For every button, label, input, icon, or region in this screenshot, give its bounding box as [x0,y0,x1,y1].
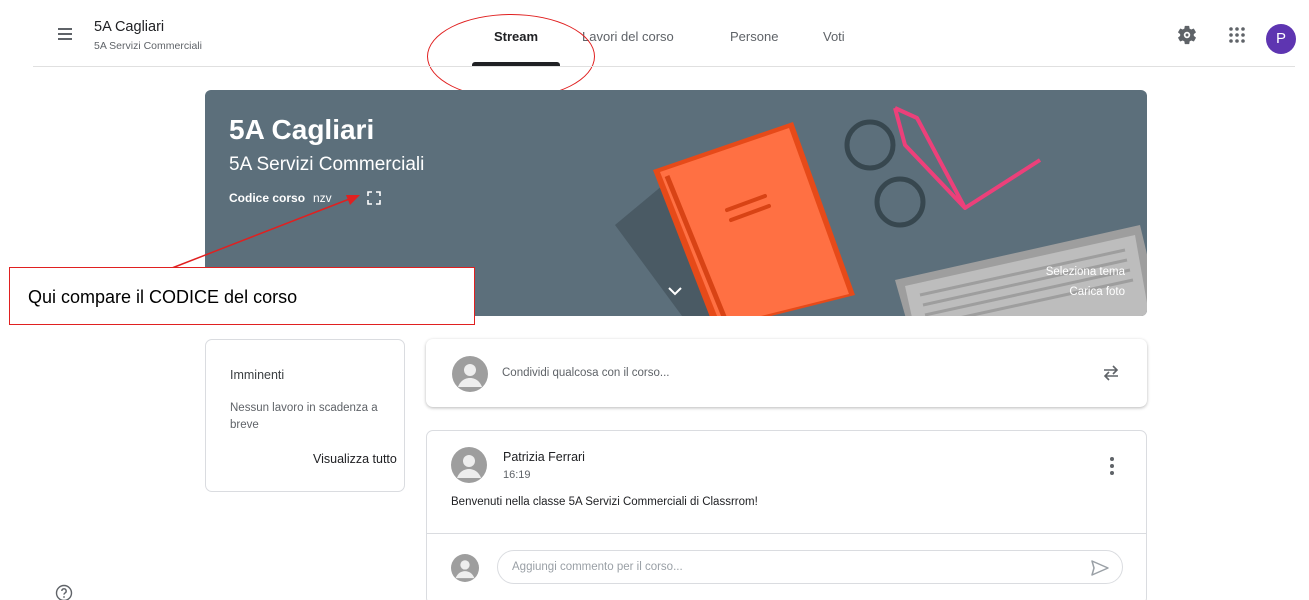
post-body: Benvenuti nella classe 5A Servizi Commer… [451,496,758,508]
classroom-page: 5A Cagliari 5A Servizi Commerciali Strea… [0,0,1309,600]
help-icon[interactable] [55,584,73,600]
upcoming-title: Imminenti [230,368,285,382]
post-divider [427,533,1146,534]
upcoming-empty-text: Nessun lavoro in scadenza a breve [230,402,378,431]
more-options-icon[interactable] [1109,456,1115,476]
share-input[interactable]: Condividi qualcosa con il corso... [502,367,669,379]
fullscreen-icon[interactable] [367,191,381,205]
annotation-callout: Qui compare il CODICE del corso [9,267,475,325]
select-theme-link[interactable]: Seleziona tema [1046,266,1125,278]
tab-people[interactable]: Persone [730,29,778,44]
class-section: 5A Servizi Commerciali [94,40,202,52]
post-author[interactable]: Patrizia Ferrari [503,450,585,464]
send-icon[interactable] [1091,560,1109,576]
share-box[interactable]: Condividi qualcosa con il corso... [426,339,1147,407]
banner-subtitle: 5A Servizi Commerciali [229,154,425,175]
apps-grid-icon[interactable] [1227,25,1247,45]
menu-icon[interactable] [56,26,76,42]
view-all-link[interactable]: Visualizza tutto [313,452,397,466]
gear-icon[interactable] [1176,24,1198,46]
banner-title: 5A Cagliari [229,114,375,145]
comment-input[interactable]: Aggiungi commento per il corso... [497,550,1123,584]
glasses-illustration [844,119,926,228]
commenter-avatar-icon [451,554,479,582]
annotation-text: Qui compare il CODICE del corso [28,287,298,307]
author-avatar-icon [451,447,487,483]
header-divider [33,66,1295,67]
account-avatar[interactable]: P [1266,24,1296,54]
class-name[interactable]: 5A Cagliari [94,19,164,35]
stream-post: Patrizia Ferrari 16:19 Benvenuti nella c… [426,430,1147,600]
upload-photo-link[interactable]: Carica foto [1069,286,1125,298]
annotation-ellipse [427,14,595,99]
repost-icon[interactable] [1101,363,1121,383]
upcoming-card: Imminenti Nessun lavoro in scadenza a br… [205,339,405,492]
tab-grades[interactable]: Voti [823,29,845,44]
course-code: nzv [313,191,332,205]
post-time: 16:19 [503,469,531,481]
tab-classwork[interactable]: Lavori del corso [582,29,674,44]
top-bar: 5A Cagliari 5A Servizi Commerciali Strea… [0,0,1309,99]
course-code-label: Codice corso [229,191,306,205]
user-avatar-icon [452,356,488,392]
chevron-down-icon[interactable] [667,286,683,296]
